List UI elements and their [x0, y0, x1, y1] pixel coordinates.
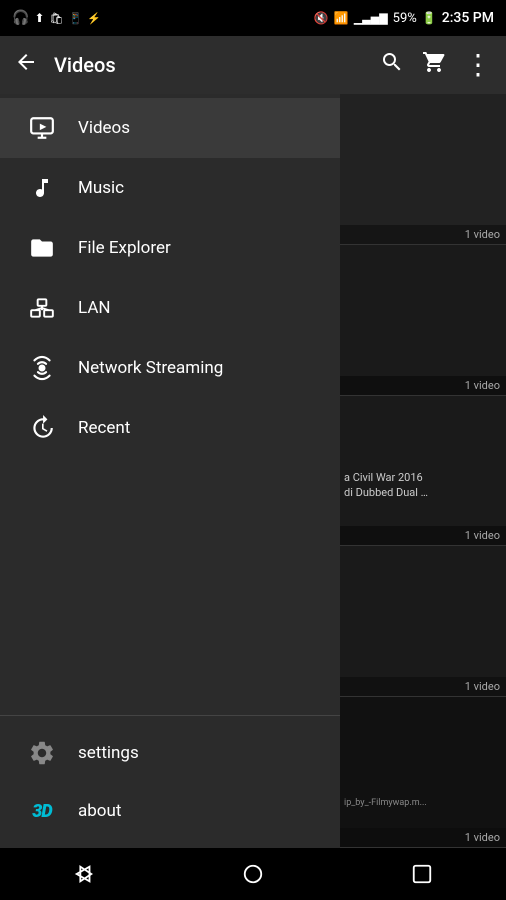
more-button[interactable]: ⋮: [464, 51, 492, 79]
drawer-items: Videos Music File Explorer: [0, 94, 340, 715]
sidebar-item-videos[interactable]: Videos: [0, 98, 340, 158]
nav-home-button[interactable]: [223, 852, 283, 896]
about-item[interactable]: 3D about: [0, 782, 340, 840]
nav-bar: [0, 848, 506, 900]
video-folder-2[interactable]: 1 video: [340, 245, 506, 396]
folder-icon: [20, 235, 64, 261]
folder-2-count: 1 video: [465, 379, 500, 392]
battery-icon: 🔋: [422, 11, 437, 25]
search-button[interactable]: [380, 50, 404, 80]
video-folder-3[interactable]: a Civil War 2016di Dubbed Dual … 1 video: [340, 396, 506, 547]
recent-icon: [20, 415, 64, 441]
folder-5-count: 1 video: [465, 831, 500, 844]
sidebar-item-file-explorer-label: File Explorer: [78, 238, 171, 258]
sidebar-item-recent-label: Recent: [78, 418, 130, 438]
music-icon: [20, 176, 64, 200]
main-layout: Videos Music File Explorer: [0, 94, 506, 848]
lan-icon: [20, 295, 64, 321]
headphone-icon: 🎧: [12, 10, 29, 26]
battery-text: 59%: [393, 11, 417, 26]
3d-icon: 3D: [20, 801, 64, 822]
video-folder-5[interactable]: ip_by_-Filmywap.m... 1 video: [340, 697, 506, 848]
app-bar: Videos ⋮: [0, 36, 506, 94]
nav-recent-button[interactable]: [392, 852, 452, 896]
sidebar-item-videos-label: Videos: [78, 118, 130, 138]
cart-button[interactable]: [422, 50, 446, 80]
content-area: 1 video 1 video a Civil War 2016di Dubbe…: [340, 94, 506, 848]
status-icon-3: 🛍: [50, 12, 64, 25]
status-bar: 🎧 ⬆ 🛍 📱 ⚡ 🔇 📶 ▁▃▅▇ 59% 🔋 2:35 PM: [0, 0, 506, 36]
folder-3-count: 1 video: [465, 529, 500, 542]
page-title: Videos: [54, 53, 380, 77]
mute-icon: 🔇: [314, 11, 329, 25]
app-bar-actions: ⋮: [380, 50, 492, 80]
folder-1-count: 1 video: [465, 228, 500, 241]
video-folder-4[interactable]: 1 video: [340, 546, 506, 697]
sidebar-item-music-label: Music: [78, 178, 124, 198]
sidebar-item-recent[interactable]: Recent: [0, 398, 340, 458]
sidebar-item-lan[interactable]: LAN: [0, 278, 340, 338]
signal-icon: ▁▃▅▇: [354, 12, 388, 25]
nav-back-button[interactable]: [54, 852, 114, 896]
sidebar-item-network-streaming-label: Network Streaming: [78, 358, 223, 378]
network-streaming-icon: [20, 354, 64, 382]
about-label: about: [78, 801, 121, 821]
sidebar-item-file-explorer[interactable]: File Explorer: [0, 218, 340, 278]
sidebar-item-lan-label: LAN: [78, 298, 111, 318]
status-icon-4: 📱: [68, 12, 82, 25]
civil-war-title: a Civil War 2016di Dubbed Dual …: [344, 470, 502, 501]
folder-4-count: 1 video: [465, 680, 500, 693]
status-icon-2: ⬆: [34, 11, 44, 25]
navigation-drawer: Videos Music File Explorer: [0, 94, 340, 848]
settings-label: settings: [78, 743, 139, 763]
sidebar-item-music[interactable]: Music: [0, 158, 340, 218]
settings-item[interactable]: settings: [0, 724, 340, 782]
status-right-icons: 🔇 📶 ▁▃▅▇ 59% 🔋 2:35 PM: [314, 10, 494, 26]
back-button[interactable]: [14, 50, 38, 80]
video-folder-1[interactable]: 1 video: [340, 94, 506, 245]
status-left-icons: 🎧 ⬆ 🛍 📱 ⚡: [12, 10, 101, 26]
folder-5-subtitle: ip_by_-Filmywap.m...: [344, 798, 502, 808]
settings-icon: [20, 739, 64, 767]
status-icon-5: ⚡: [87, 12, 101, 25]
wifi-icon: 📶: [334, 11, 349, 25]
sidebar-item-network-streaming[interactable]: Network Streaming: [0, 338, 340, 398]
drawer-bottom: settings 3D about: [0, 715, 340, 848]
video-icon: [20, 115, 64, 141]
time-text: 2:35 PM: [442, 10, 494, 26]
